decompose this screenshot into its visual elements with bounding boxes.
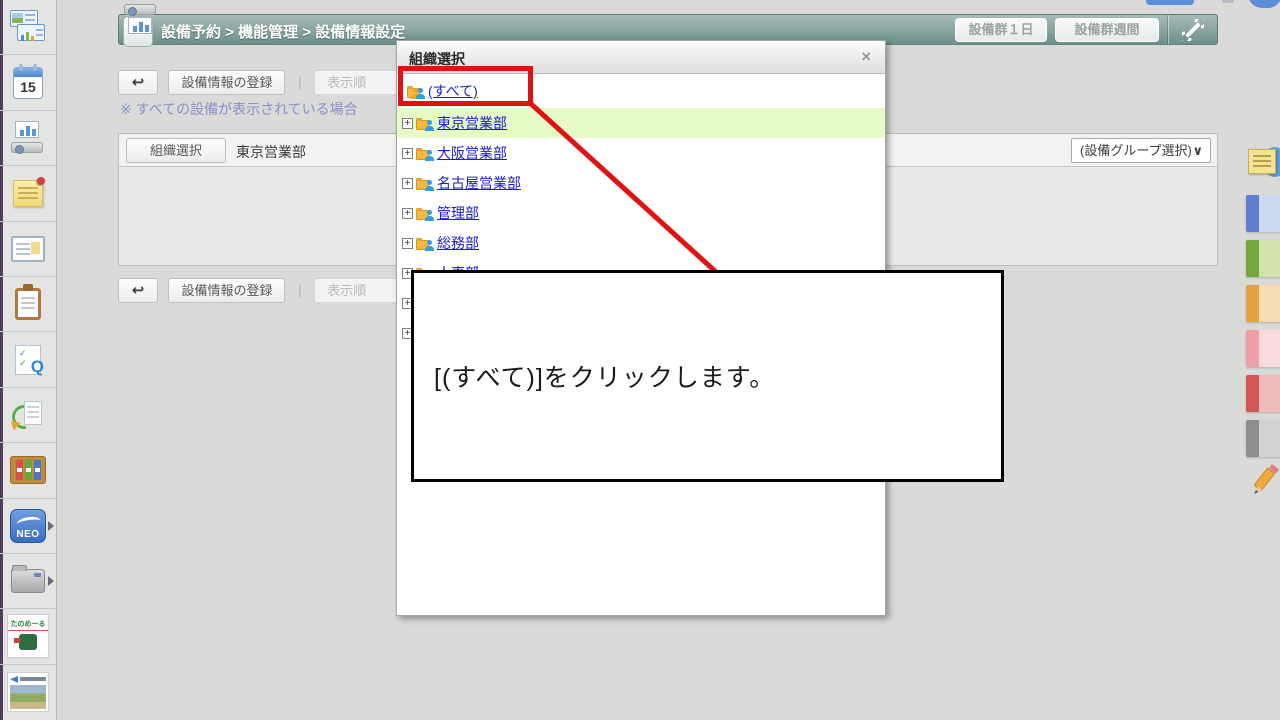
cropped-toolbar-icon	[1146, 0, 1194, 5]
annotation-highlight-box	[398, 66, 533, 106]
expand-icon[interactable]: +	[402, 148, 413, 159]
tree-item-link[interactable]: 大阪営業部	[437, 143, 507, 163]
facility-group-dropdown-value: (設備グループ選択)	[1080, 143, 1192, 158]
sidebar-item-memo[interactable]	[0, 166, 56, 221]
sidebar-item-facility-reservation[interactable]	[0, 111, 56, 166]
sidebar-item-workflow[interactable]	[0, 388, 56, 443]
memo-icon	[13, 180, 43, 207]
sidebar-item-bulletin-board[interactable]	[0, 222, 56, 277]
pencil-icon	[1250, 464, 1280, 500]
instruction-callout: [(すべて)]をクリックします。	[411, 270, 1004, 482]
expand-icon[interactable]: +	[402, 238, 413, 249]
calendar-icon: 15	[13, 67, 43, 99]
workflow-icon	[12, 399, 44, 431]
expand-arrow-icon[interactable]	[48, 521, 54, 531]
folder-icon	[11, 569, 45, 593]
settings-wrench-button[interactable]	[1168, 15, 1217, 44]
toolbar-separator: |	[298, 70, 302, 95]
facility-group-dropdown[interactable]: (設備グループ選択) ∨	[1071, 138, 1211, 163]
org-folder-icon	[416, 206, 435, 221]
sticky-color-tab-pink[interactable]	[1246, 330, 1280, 367]
clipboard-icon	[15, 288, 41, 320]
sidebar-item-tanomeru[interactable]: たのめーる	[0, 609, 56, 664]
expand-icon[interactable]: +	[402, 178, 413, 189]
display-order-button[interactable]: 表示順	[314, 70, 406, 95]
tree-item[interactable]: + 名古屋営業部	[397, 168, 885, 198]
tree-item-link[interactable]: 名古屋営業部	[437, 173, 521, 193]
sticky-color-tab-blue[interactable]	[1246, 195, 1280, 232]
sticky-color-tab-green[interactable]	[1246, 240, 1280, 277]
sidebar-item-survey[interactable]: ✓✓Q	[0, 332, 56, 387]
tree-item-link[interactable]: 管理部	[437, 203, 479, 223]
sidebar-item-document-cabinet[interactable]	[0, 443, 56, 498]
org-folder-icon	[416, 146, 435, 161]
register-facility-button[interactable]: 設備情報の登録	[168, 70, 285, 95]
register-facility-button[interactable]: 設備情報の登録	[168, 278, 285, 303]
selected-org-label: 東京営業部	[236, 142, 306, 162]
sticky-color-tab-orange[interactable]	[1246, 285, 1280, 322]
tree-item[interactable]: + 管理部	[397, 198, 885, 228]
wrench-icon	[1182, 19, 1204, 41]
sticky-note-widget-button[interactable]	[1246, 143, 1280, 185]
facility-group-week-button[interactable]: 設備群週間	[1055, 18, 1159, 42]
neo-icon: NEO	[10, 509, 46, 543]
ad-banner-image	[7, 672, 49, 712]
sidebar-item-neo-portal[interactable]: NEO	[0, 499, 56, 554]
org-folder-icon	[416, 116, 435, 131]
sidebar-item-circular[interactable]	[0, 277, 56, 332]
tree-item[interactable]: + 東京営業部	[397, 108, 885, 138]
expand-icon[interactable]: +	[402, 208, 413, 219]
org-folder-icon	[416, 236, 435, 251]
sidebar-item-ad-banner[interactable]	[0, 665, 56, 720]
facility-group-day-button[interactable]: 設備群１日	[955, 18, 1047, 42]
display-order-button[interactable]: 表示順	[314, 278, 406, 303]
instruction-text: [(すべて)]をクリックします。	[434, 358, 775, 394]
chevron-down-icon: ∨	[1192, 139, 1203, 162]
projector-icon	[11, 121, 45, 155]
sidebar-item-file-folder[interactable]	[0, 554, 56, 609]
toolbar-separator: |	[298, 278, 302, 303]
sticky-color-tab-red[interactable]	[1246, 375, 1280, 412]
toolbar-top: ↩ 設備情報の登録 | 表示順	[118, 70, 412, 95]
tree-item[interactable]: + 総務部	[397, 228, 885, 258]
cropped-toolbar-icon	[1248, 0, 1280, 8]
org-folder-icon	[416, 176, 435, 191]
tree-item-link[interactable]: 総務部	[437, 233, 479, 253]
toolbar-bottom: ↩ 設備情報の登録 | 表示順	[118, 278, 412, 303]
facility-app-icon	[123, 16, 153, 47]
sidebar-item-schedule[interactable]: 15	[0, 55, 56, 110]
close-icon[interactable]: ×	[861, 47, 871, 67]
back-button[interactable]: ↩	[118, 278, 158, 303]
tanomeru-logo: たのめーる	[7, 614, 49, 658]
tree-item[interactable]: + 大阪営業部	[397, 138, 885, 168]
bulletin-board-icon	[11, 236, 45, 262]
note-text: ※ すべての設備が表示されている場合	[120, 99, 358, 119]
breadcrumb: 設備予約 > 機能管理 > 設備情報設定	[161, 21, 405, 42]
portal-icon	[10, 10, 46, 44]
expand-icon[interactable]: +	[402, 118, 413, 129]
back-button[interactable]: ↩	[118, 70, 158, 95]
tree-item-link[interactable]: 東京営業部	[437, 113, 507, 133]
survey-icon: ✓✓Q	[15, 345, 41, 375]
sticky-color-tab-gray[interactable]	[1246, 420, 1280, 457]
sidebar-item-portal[interactable]	[0, 0, 56, 55]
cropped-toolbar-icon	[1222, 0, 1234, 3]
edit-pencil-button[interactable]	[1250, 464, 1280, 500]
expand-arrow-icon[interactable]	[48, 576, 54, 586]
binders-icon	[10, 456, 46, 484]
org-select-button[interactable]: 組織選択	[126, 138, 226, 163]
app-sidebar: 15 ✓✓Q NEO	[0, 0, 57, 720]
sticky-note-icon	[1248, 149, 1276, 174]
